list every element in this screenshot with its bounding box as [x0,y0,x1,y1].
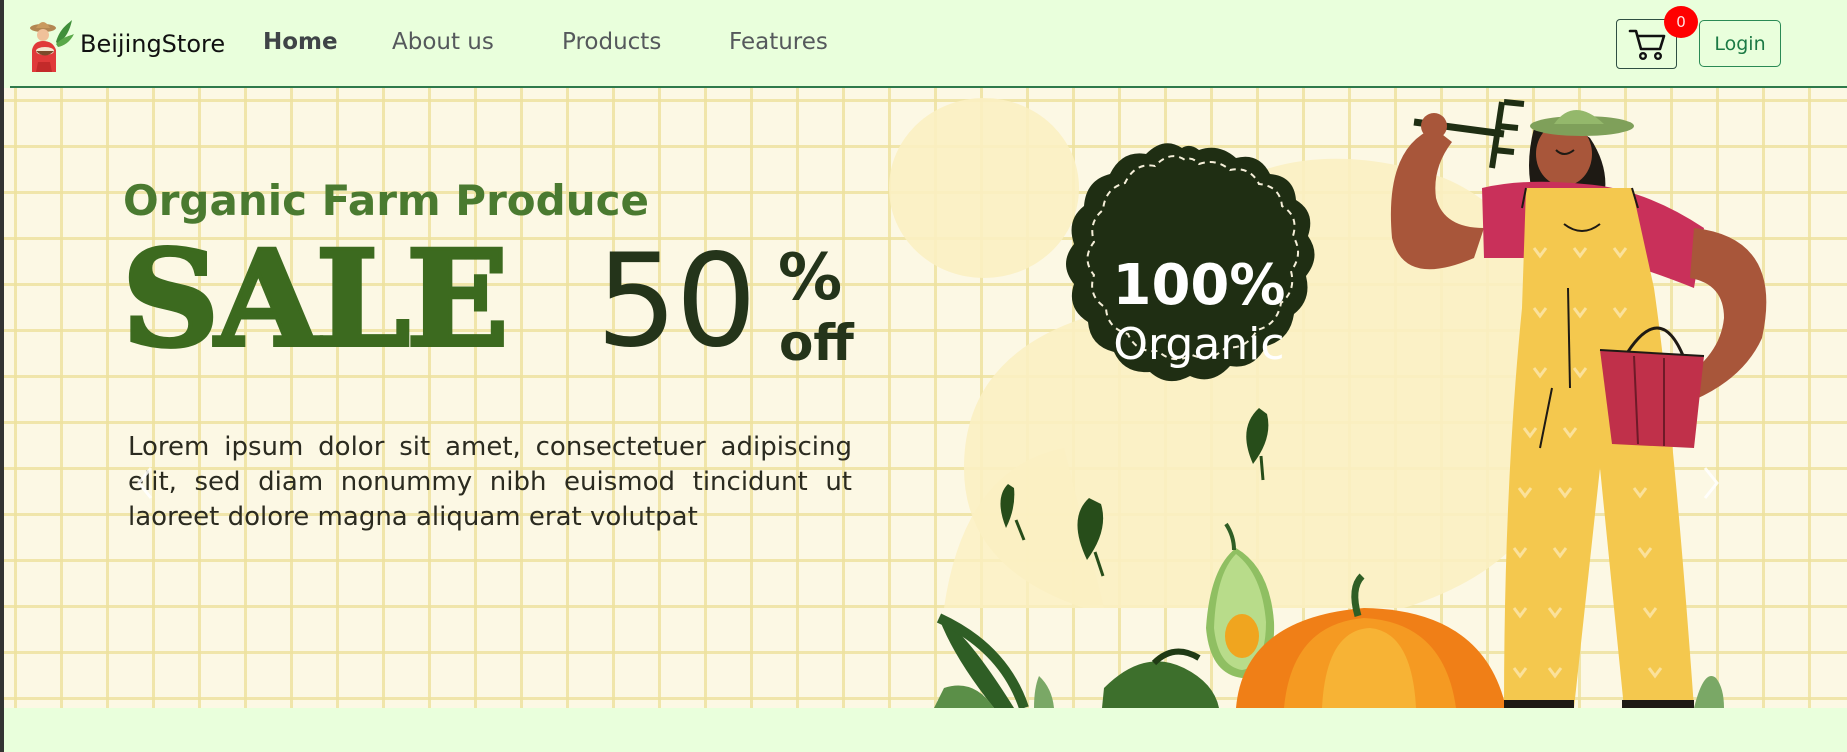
cart-count-badge: 0 [1664,6,1698,38]
nav-link-about-us[interactable]: About us [392,29,494,55]
nav-link-products[interactable]: Products [562,29,661,55]
hero-percent-sign: % [778,241,843,315]
brand-link[interactable]: BeijingStore [26,14,225,74]
hero-subtitle: Organic Farm Produce [123,176,650,225]
hero-sale-heading: SALE [120,222,511,377]
brand-name: BeijingStore [80,30,226,58]
page-bottom-band [4,708,1847,752]
badge-organic-text: Organic [1113,319,1285,370]
chevron-right-icon [1703,467,1719,499]
cart-icon [1628,29,1665,61]
carousel-prev-button[interactable] [130,458,160,508]
hero-carousel: Organic Farm Produce SALE 50 % off Lorem… [4,88,1847,708]
farmer-logo-icon [30,20,74,72]
page-frame: BeijingStore Home About us Products Feat… [4,0,1847,752]
badge-percent-text: 100% [1112,253,1286,318]
hero-discount-number: 50 [596,227,757,376]
navbar: BeijingStore Home About us Products Feat… [4,0,1847,88]
login-button[interactable]: Login [1699,20,1781,67]
hero-description: Lorem ipsum dolor sit amet, consectetuer… [128,432,852,532]
carousel-next-button[interactable] [1696,458,1726,508]
nav-link-home[interactable]: Home [263,29,338,55]
hero-off-label: off [779,314,854,372]
chevron-left-icon [137,467,153,499]
nav-link-features[interactable]: Features [729,29,828,55]
